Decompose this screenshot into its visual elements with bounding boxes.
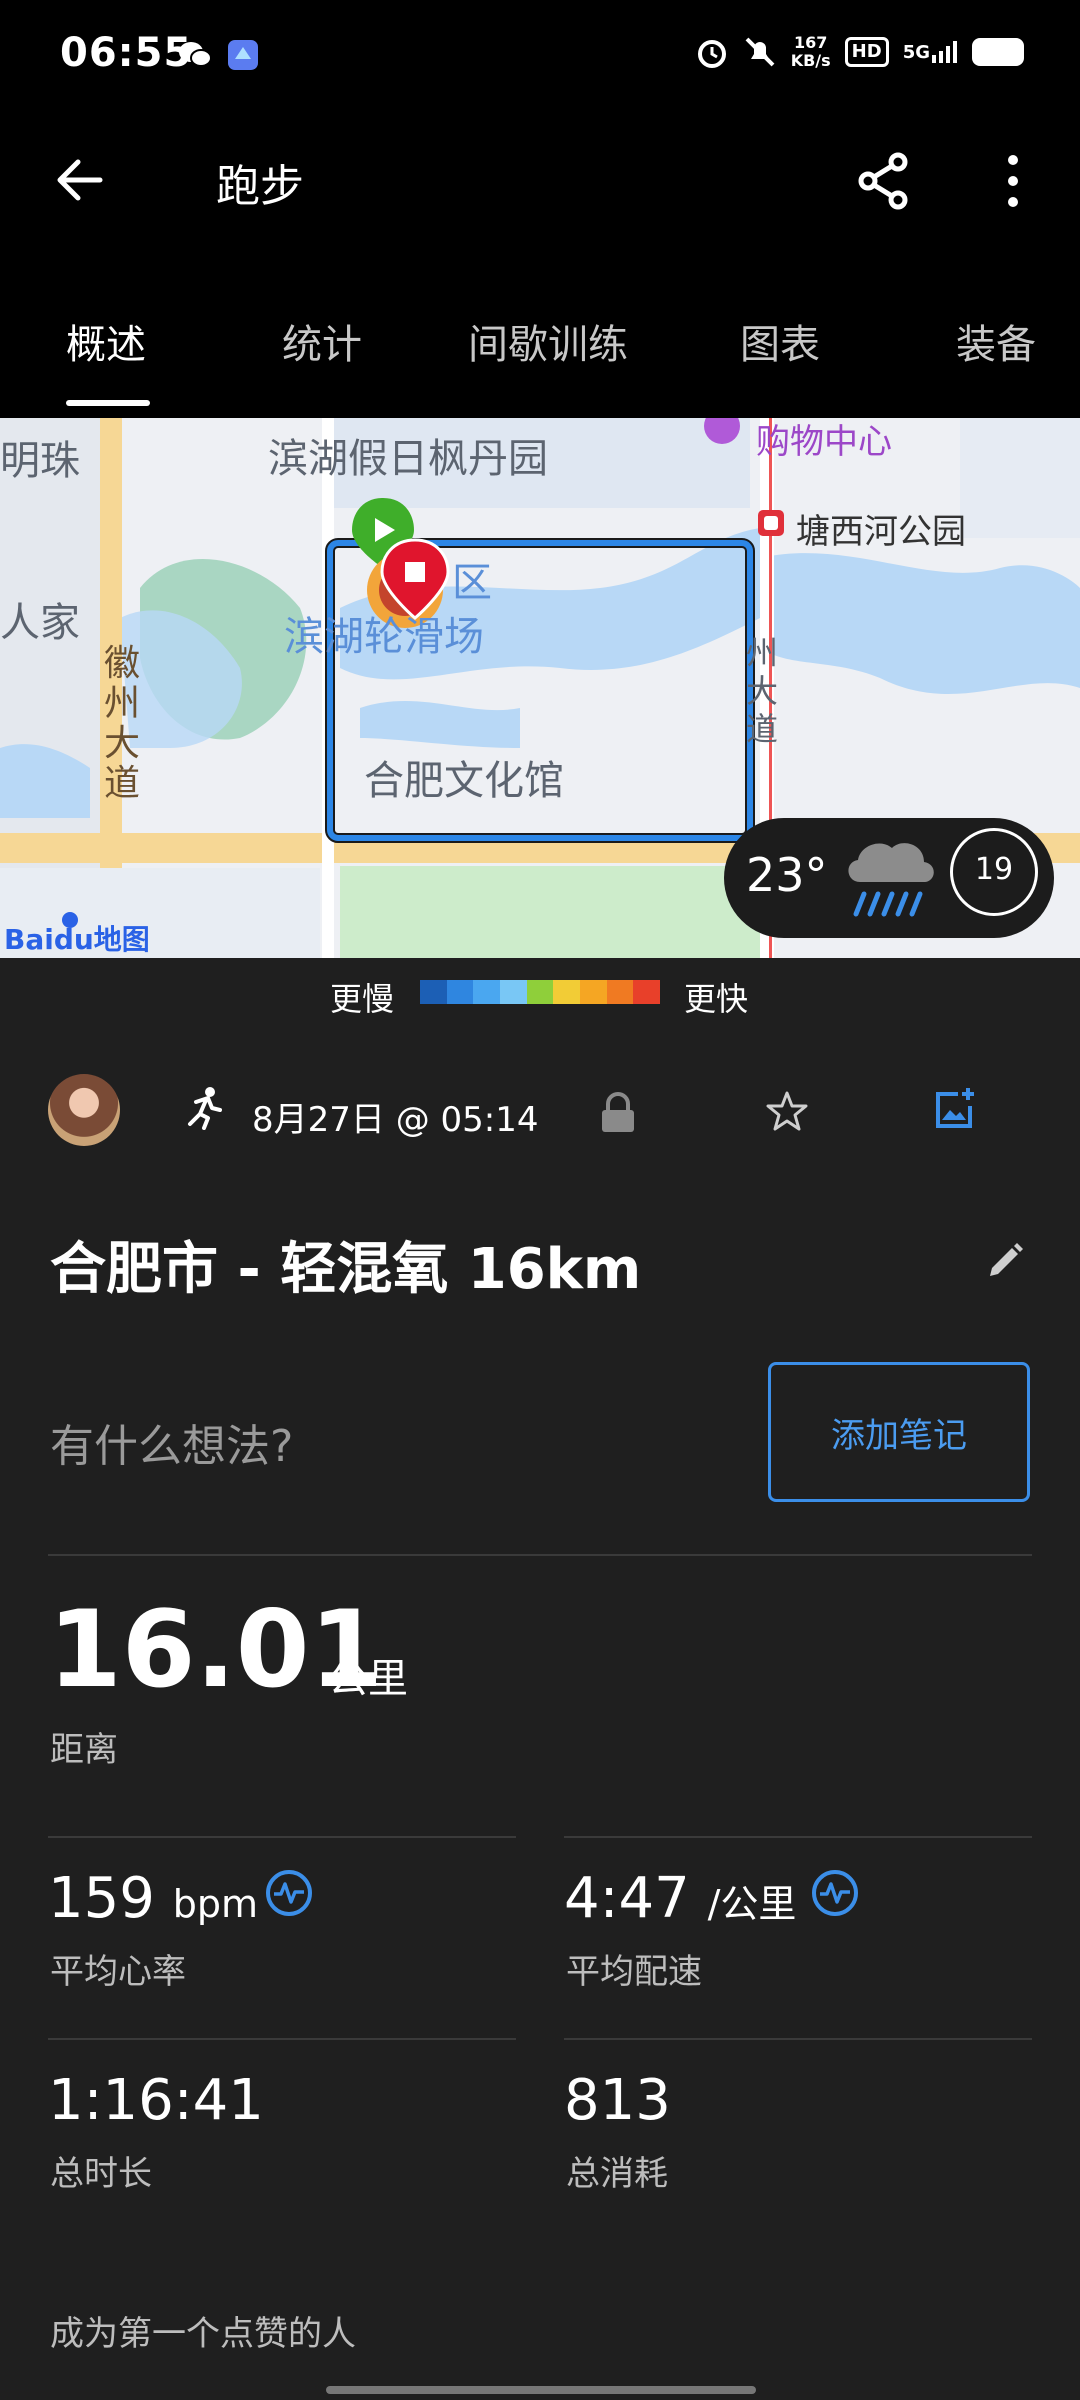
rain-cloud-icon [840,828,940,924]
kudos-prompt[interactable]: 成为第一个点赞的人 [50,2306,356,2355]
activity-date: 8月27日 @ 05:14 [252,1100,539,1140]
pace-color-swatch [446,980,474,1004]
legend-fast-label: 更快 [684,980,749,1018]
back-button[interactable] [50,150,120,210]
map-label-renjia: 人家 [0,600,80,646]
tab-stats[interactable]: 统计 [282,312,362,370]
add-photo-icon[interactable] [932,1086,978,1132]
pace-color-bar [420,980,661,1004]
wechat-icon [178,38,212,72]
pace-color-swatch [420,980,447,1004]
pace-chart-icon[interactable] [810,1868,860,1918]
signal-5g-icon: 5G [903,41,958,63]
pace-color-swatch [553,980,581,1004]
tab-overview[interactable]: 概述 [66,312,146,370]
baidu-map-logo: Baidu地图 [4,923,150,956]
hour-label: 19 [974,852,1014,887]
tab-intervals[interactable]: 间歇训练 [468,312,628,370]
weather-temperature: 23° [746,848,828,902]
status-time: 06:55 [60,30,193,76]
app-icon [226,38,260,72]
pace-color-swatch [500,980,527,1004]
map-label-skating: 滨湖轮滑场 [284,614,484,660]
share-icon [858,152,908,210]
divider [564,2038,1032,2040]
pace-color-swatch [580,980,607,1004]
map-label-huizhou-road: 徽州大道 [104,643,141,804]
legend-slow-label: 更慢 [330,980,395,1018]
avatar[interactable] [48,1074,120,1146]
calories-value: 813 [564,2068,671,2133]
map-label-culture-hall: 合肥文化馆 [364,758,564,804]
pace-color-swatch [633,980,661,1004]
heart-rate-unit: bpm [172,1882,258,1926]
alarm-icon [695,35,729,69]
pace-color-swatch [473,980,501,1004]
distance-unit: 公里 [328,1656,408,1702]
map-label-shopping: 购物中心 [756,422,892,462]
tab-gear[interactable]: 装备 [956,312,1036,370]
map-label-mingzhu: 明珠 [0,438,80,484]
share-button[interactable] [852,148,922,214]
heart-rate-label: 平均心率 [50,1952,186,1992]
add-note-button[interactable]: 添加笔记 [768,1362,1030,1502]
home-indicator[interactable] [326,2386,756,2394]
pace-value: 4:47 /公里 [564,1866,797,1931]
lock-icon[interactable] [598,1090,638,1134]
pace-color-swatch [526,980,554,1004]
thoughts-prompt[interactable]: 有什么想法? [50,1410,293,1474]
star-icon[interactable] [764,1088,810,1134]
heart-rate-chart-icon[interactable] [264,1868,314,1918]
tab-indicator [66,400,150,406]
map-label-tangxi-park: 塘西河公园 [796,512,966,552]
back-arrow-icon [57,159,103,201]
more-vert-icon [1008,155,1018,207]
divider [48,1836,516,1838]
status-left-icons [178,38,260,72]
map-label-qu: 区 [452,560,492,606]
page-title: 跑步 [216,161,304,212]
activity-name: 合肥市 - 轻混氧 16km [50,1237,642,1302]
more-options-button[interactable] [990,148,1036,214]
distance-label: 距离 [50,1730,118,1770]
pace-label: 平均配速 [566,1952,702,1992]
calories-label: 总消耗 [566,2154,668,2194]
battery-icon [972,38,1024,66]
divider [564,1836,1032,1838]
net-speed: 167 KB/s [790,33,831,70]
edit-pencil-icon[interactable] [984,1240,1026,1282]
tab-charts[interactable]: 图表 [740,312,820,370]
duration-label: 总时长 [50,2154,152,2194]
running-icon [182,1086,226,1130]
heart-rate-value: 159 bpm [48,1866,258,1931]
pace-color-swatch [606,980,634,1004]
mute-icon [743,35,777,69]
map-label-binhu-garden: 滨湖假日枫丹园 [268,436,548,482]
duration-value: 1:16:41 [48,2068,264,2133]
hd-icon: HD [844,37,889,67]
status-right-icons: 167 KB/s HD 5G [695,34,1024,70]
map-label-road-right: 州大道 [746,634,779,748]
divider [48,2038,516,2040]
pace-unit: /公里 [707,1882,797,1926]
divider [48,1554,1032,1556]
